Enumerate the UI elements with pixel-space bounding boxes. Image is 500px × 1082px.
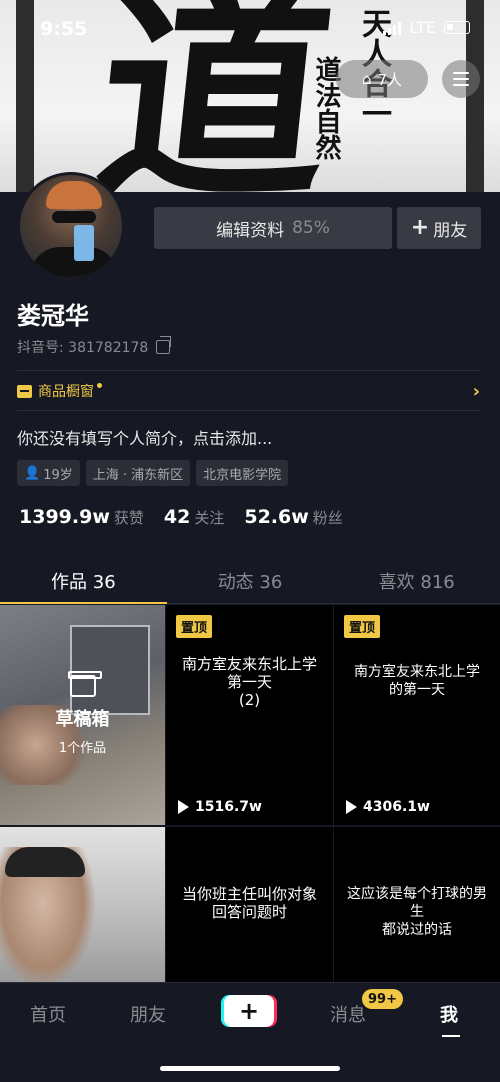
video-title: 南方室友来东北上学 的第一天	[334, 663, 500, 699]
profile-tags: 👤 19岁 上海 · 浦东新区 北京电影学院	[17, 460, 289, 486]
shop-icon	[17, 384, 32, 398]
video-title-line: 回答问题时	[211, 903, 287, 921]
video-title-line: 都说过的话	[382, 922, 452, 938]
divider	[17, 410, 480, 411]
play-count-value: 4306.1w	[363, 799, 430, 815]
tag-location-label: 上海 · 浦东新区	[92, 467, 184, 483]
profile-stats: 1399.9w 获赞 42 关注 52.6w 粉丝	[19, 506, 343, 528]
product-showcase-row[interactable]: 商品橱窗 ›	[17, 380, 480, 402]
tag-age: 👤 19岁	[17, 460, 80, 486]
following-label: 关注	[194, 509, 225, 527]
network-label: LTE	[409, 18, 436, 37]
drafts-count: 1个作品	[58, 740, 107, 756]
add-friend-button[interactable]: + 朋友	[397, 207, 481, 249]
followers-count: 52.6w	[244, 506, 309, 528]
visitors-button[interactable]: ⌂ 7人	[336, 60, 428, 98]
nav-home[interactable]: 首页	[30, 1001, 66, 1027]
pinned-badge: 置顶	[176, 615, 213, 638]
play-count-value: 1516.7w	[195, 799, 262, 815]
battery-icon	[444, 21, 470, 34]
tag-age-label: 19岁	[43, 467, 73, 483]
stat-following[interactable]: 42 关注	[164, 506, 224, 528]
tag-school: 北京电影学院	[196, 460, 289, 486]
divider	[17, 370, 480, 371]
followers-label: 粉丝	[312, 509, 343, 527]
menu-button[interactable]	[442, 60, 480, 98]
tag-location: 上海 · 浦东新区	[85, 460, 191, 486]
menu-icon	[453, 72, 469, 74]
video-tile[interactable]: 置顶 南方室友来东北上学 第一天 (2) 1516.7w	[166, 605, 333, 825]
nav-me[interactable]: 我	[440, 1001, 460, 1037]
plus-icon: +	[410, 215, 430, 240]
messages-badge: 99+	[362, 989, 403, 1009]
video-title-line: 这应该是每个打球的男生	[347, 886, 487, 920]
likes-label: 获赞	[113, 509, 144, 527]
drafts-title: 草稿箱	[55, 708, 110, 730]
video-title: 当你班主任叫你对象 回答问题时	[166, 885, 333, 921]
bio[interactable]: 你还没有填写个人简介，点击添加...	[17, 425, 272, 449]
video-title-line: 当你班主任叫你对象	[181, 885, 317, 903]
plus-icon: +	[238, 997, 260, 1025]
video-title-line: 南方室友来东北上学	[181, 655, 317, 673]
video-tile[interactable]: 置顶 南方室友来东北上学 的第一天 4306.1w	[334, 605, 500, 825]
video-title-line: 第一天	[226, 673, 272, 691]
status-bar: 9:55 LTE	[0, 0, 500, 60]
pinned-badge: 置顶	[344, 615, 381, 638]
play-icon	[346, 800, 357, 814]
signal-icon	[383, 21, 402, 35]
video-title-line: (2)	[238, 691, 261, 709]
status-time: 9:55	[40, 18, 88, 40]
play-count: 1516.7w	[178, 799, 262, 815]
nav-friends[interactable]: 朋友	[130, 1001, 166, 1027]
avatar[interactable]	[17, 172, 125, 280]
video-title: 这应该是每个打球的男生 都说过的话	[334, 885, 500, 939]
shop-label: 商品橱窗	[38, 384, 94, 400]
create-button[interactable]: +	[224, 995, 274, 1027]
profile-name: 娄冠华	[17, 302, 89, 330]
copy-icon[interactable]	[156, 336, 172, 354]
tab-works[interactable]: 作品 36	[0, 560, 167, 604]
home-indicator[interactable]	[160, 1066, 340, 1071]
status-indicators: LTE	[383, 18, 470, 37]
tag-school-label: 北京电影学院	[203, 467, 282, 483]
play-icon	[178, 800, 189, 814]
drafts-tile[interactable]: 草稿箱 1个作品	[0, 605, 165, 825]
profile-completion: 85%	[292, 218, 330, 238]
nav-messages[interactable]: 消息	[330, 1001, 366, 1027]
chevron-right-icon: ›	[472, 380, 480, 402]
video-title-line: 南方室友来东北上学	[354, 664, 480, 680]
video-title: 南方室友来东北上学 第一天 (2)	[166, 655, 333, 709]
video-grid: 草稿箱 1个作品 置顶 南方室友来东北上学 第一天 (2) 1516.7w 置顶…	[0, 605, 500, 1047]
douyin-id-text: 抖音号: 381782178	[17, 340, 149, 356]
content-tabs: 作品 36 动态 36 喜欢 816	[0, 560, 500, 604]
video-title-line: 的第一天	[389, 682, 445, 698]
likes-count: 1399.9w	[19, 506, 110, 528]
stat-likes[interactable]: 1399.9w 获赞	[19, 506, 144, 528]
edit-profile-label: 编辑资料	[216, 220, 285, 241]
drafts-box-icon	[67, 670, 102, 697]
person-icon: 👤	[24, 465, 41, 481]
tab-activity[interactable]: 动态 36	[167, 560, 334, 603]
tab-likes[interactable]: 喜欢 816	[333, 560, 500, 603]
stat-followers[interactable]: 52.6w 粉丝	[244, 506, 342, 528]
notification-dot	[97, 382, 102, 388]
footprint-icon: ⌂	[361, 70, 372, 88]
add-friend-label: 朋友	[433, 220, 468, 241]
following-count: 42	[163, 506, 191, 528]
douyin-id: 抖音号: 381782178	[17, 336, 172, 357]
play-count: 4306.1w	[346, 799, 430, 815]
visitors-count: 7人	[377, 70, 403, 89]
edit-profile-button[interactable]: 编辑资料 85%	[154, 207, 392, 249]
